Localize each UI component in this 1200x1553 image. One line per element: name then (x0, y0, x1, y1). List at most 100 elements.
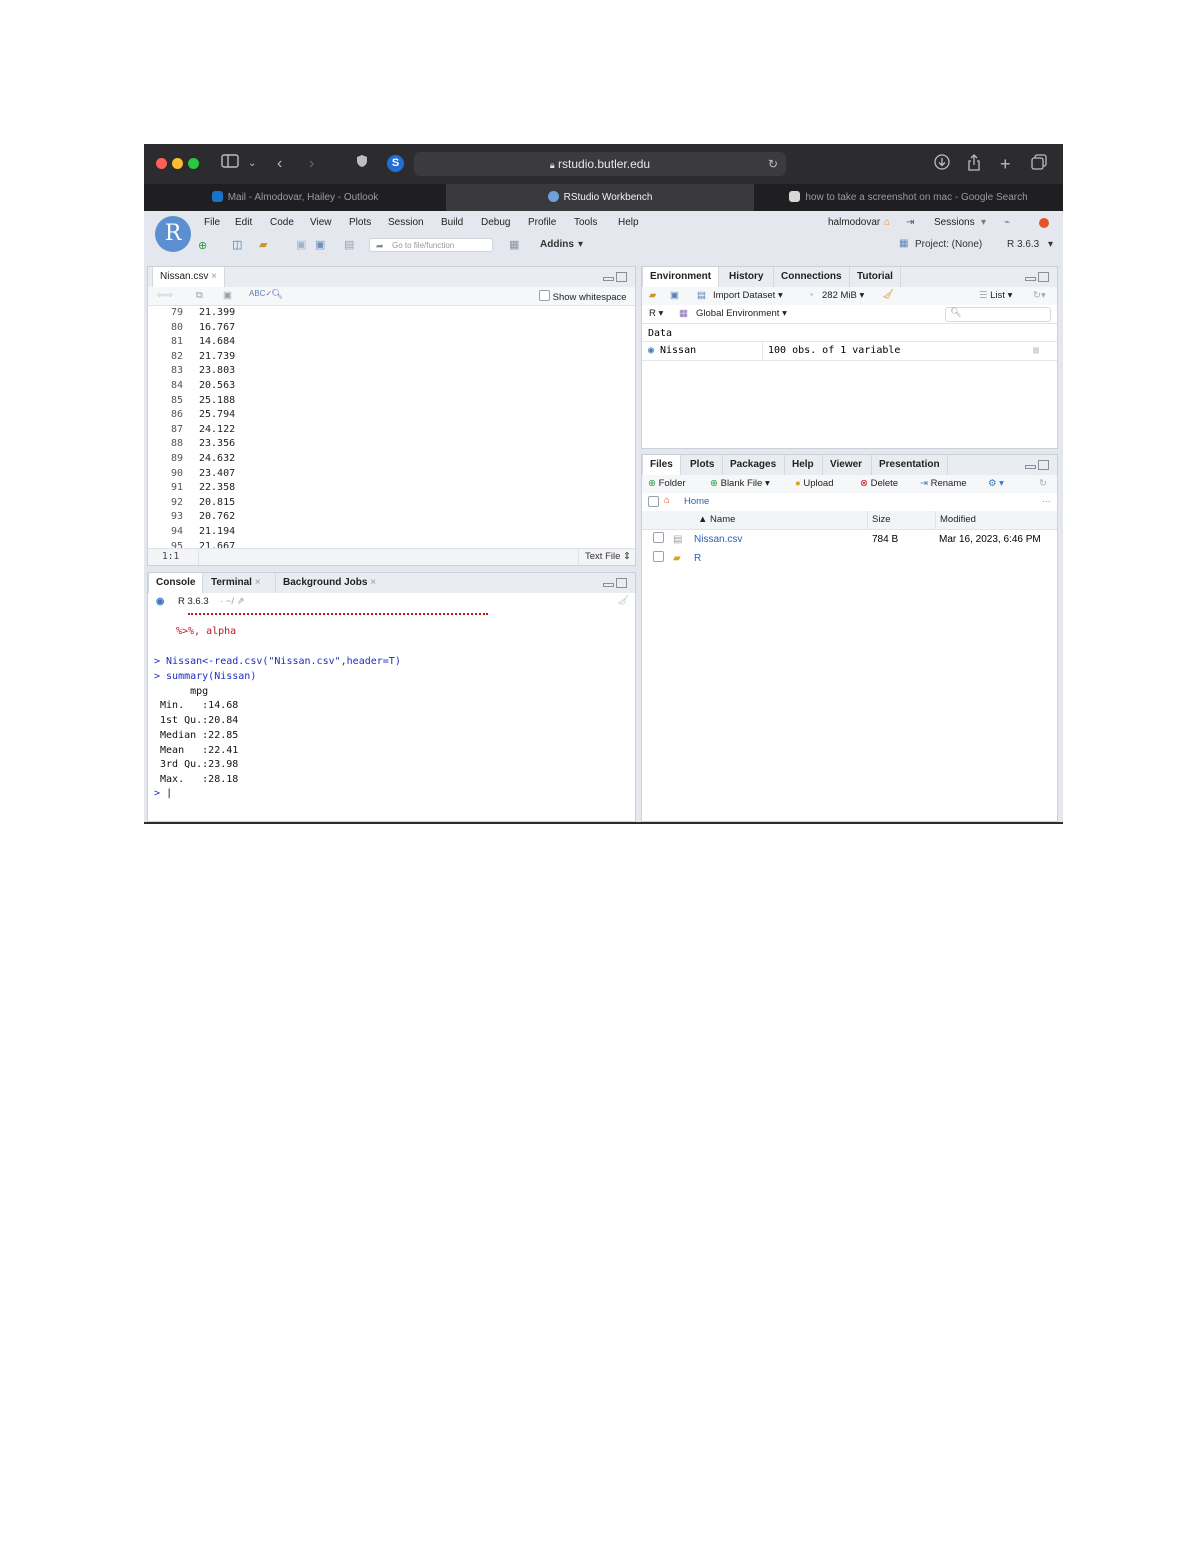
minimize-window-button[interactable] (172, 158, 183, 169)
tab-packages[interactable]: Packages (722, 455, 783, 475)
print-icon[interactable]: ▤ (344, 238, 354, 251)
file-type-menu[interactable]: Text File ⇕ (585, 549, 631, 565)
shield-icon[interactable] (356, 154, 368, 174)
console-path[interactable]: · ~/ ⇗ (220, 596, 245, 607)
load-workspace-icon[interactable]: ▰ (649, 290, 656, 301)
addins-button[interactable]: Addins (540, 239, 574, 250)
save-workspace-icon[interactable]: ▣ (670, 290, 679, 301)
new-project-icon[interactable]: ◫ (232, 238, 242, 251)
tab-connections[interactable]: Connections (773, 267, 849, 287)
show-whitespace-toggle[interactable]: Show whitespace (539, 290, 627, 303)
select-all-checkbox[interactable] (648, 496, 659, 509)
save-all-icon[interactable]: ▣ (315, 238, 325, 251)
power-icon[interactable] (1039, 218, 1049, 228)
console-prompt[interactable]: > | (154, 787, 172, 802)
broom-icon[interactable]: 🧹︎ (882, 289, 894, 300)
file-row-r-folder[interactable]: ▰ R (642, 549, 1057, 568)
column-modified[interactable]: Modified (940, 514, 976, 525)
tab-terminal[interactable]: Terminal × (204, 573, 268, 593)
home-icon[interactable]: ⌂ (884, 217, 890, 228)
environment-search-input[interactable]: 🔍︎ (945, 307, 1051, 322)
tab-overview-icon[interactable] (1031, 154, 1047, 176)
tab-tutorial[interactable]: Tutorial (849, 267, 901, 287)
tab-history[interactable]: History (722, 267, 770, 287)
language-menu[interactable]: R ▾ (649, 308, 663, 319)
list-view-button[interactable]: ☰ List ▾ (979, 290, 1012, 301)
rename-button[interactable]: ⇥ Rename (920, 478, 967, 489)
environment-row-nissan[interactable]: ◉ Nissan 100 obs. of 1 variable ▦ (642, 342, 1057, 361)
menu-profile[interactable]: Profile (528, 217, 556, 228)
menu-code[interactable]: Code (270, 217, 294, 228)
refresh-icon[interactable]: ↻▾ (1033, 290, 1046, 301)
browser-tab-rstudio[interactable]: RStudio Workbench (446, 184, 754, 211)
editor-body[interactable]: 79 21.399 80 16.767 81 14.684 82 21.739 83 23.803… (148, 306, 635, 551)
sign-out-icon[interactable]: ⇥ (906, 217, 914, 228)
go-to-file-input[interactable]: ➦ Go to file/function (369, 238, 493, 252)
view-data-icon[interactable]: ▦ (1033, 342, 1039, 360)
back-nav-icon[interactable]: ⇦⇨ (157, 290, 173, 301)
back-icon[interactable]: ‹ (277, 154, 282, 174)
menu-build[interactable]: Build (441, 217, 463, 228)
import-dataset-button[interactable]: Import Dataset ▾ (713, 290, 783, 301)
column-size[interactable]: Size (872, 514, 890, 525)
tab-viewer[interactable]: Viewer (822, 455, 869, 475)
share-icon[interactable] (967, 154, 981, 177)
pane-minmax-icon[interactable] (603, 578, 627, 588)
r-version-dropdown-icon[interactable]: ▾ (1048, 239, 1053, 250)
menu-edit[interactable]: Edit (235, 217, 252, 228)
project-menu[interactable]: Project: (None) (915, 239, 982, 250)
sidebar-toggle-icon[interactable] (221, 154, 239, 174)
new-tab-icon[interactable]: + (1000, 154, 1011, 174)
file-row-nissan-csv[interactable]: ▤ Nissan.csv 784 B Mar 16, 2023, 6:46 PM (642, 530, 1057, 549)
menu-help[interactable]: Help (618, 217, 639, 228)
browser-tab-outlook[interactable]: Mail - Almodovar, Hailey - Outlook (144, 184, 446, 211)
upload-button[interactable]: ● Upload (795, 478, 834, 489)
sessions-button[interactable]: Sessions (934, 217, 975, 228)
close-tab-icon[interactable]: × (370, 577, 376, 588)
close-window-button[interactable] (156, 158, 167, 169)
menu-session[interactable]: Session (388, 217, 424, 228)
extension-s-icon[interactable]: S (387, 155, 404, 172)
new-file-icon[interactable]: ⊕ (198, 239, 207, 252)
breadcrumb-home[interactable]: Home (684, 496, 709, 507)
pane-minmax-icon[interactable] (1025, 272, 1049, 282)
r-version-menu[interactable]: R 3.6.3 (1007, 239, 1039, 250)
close-tab-icon[interactable]: × (255, 577, 261, 588)
spellcheck-icon[interactable]: ABC✓ (249, 289, 272, 298)
more-icon[interactable]: … (1042, 494, 1052, 505)
clear-console-icon[interactable]: 🧹︎ (617, 595, 629, 606)
new-folder-button[interactable]: ⊕ Folder (648, 478, 686, 489)
close-tab-icon[interactable]: × (211, 271, 217, 282)
file-checkbox[interactable] (653, 530, 664, 549)
save-file-icon[interactable]: ▣ (223, 290, 232, 301)
menu-tools[interactable]: Tools (574, 217, 597, 228)
menu-view[interactable]: View (310, 217, 332, 228)
chevron-down-icon[interactable]: ⌄ (248, 154, 256, 174)
menu-file[interactable]: File (204, 217, 220, 228)
tab-plots[interactable]: Plots (683, 455, 721, 475)
menu-plots[interactable]: Plots (349, 217, 371, 228)
browser-tab-google[interactable]: how to take a screenshot on mac - Google… (754, 184, 1063, 211)
addins-dropdown-icon[interactable]: ▾ (578, 239, 583, 250)
memory-usage-button[interactable]: 282 MiB ▾ (822, 290, 864, 301)
sessions-dropdown-icon[interactable]: ▾ (981, 217, 986, 228)
console-output[interactable]: %>%, alpha > Nissan<-read.csv("Nissan.cs… (148, 611, 635, 821)
show-whitespace-checkbox[interactable] (539, 290, 550, 301)
pane-minmax-icon[interactable] (603, 272, 627, 282)
tab-files[interactable]: Files (642, 455, 681, 475)
forward-icon[interactable]: › (309, 154, 314, 174)
address-bar[interactable]: 🔒︎ rstudio.butler.edu ↻ (414, 152, 786, 176)
gear-icon[interactable]: ⚙︎ ▾ (988, 478, 1004, 489)
refresh-icon[interactable]: ↻ (1039, 478, 1047, 489)
tab-background-jobs[interactable]: Background Jobs × (275, 573, 383, 593)
delete-button[interactable]: ⊗ Delete (860, 478, 898, 489)
file-name[interactable]: R (694, 549, 701, 568)
tab-nissan-csv[interactable]: Nissan.csv × (152, 267, 225, 287)
grid-icon[interactable]: ▦ (509, 238, 519, 251)
tab-console[interactable]: Console (148, 573, 204, 593)
quit-session-icon[interactable]: ⌁ (1004, 217, 1010, 228)
file-name[interactable]: Nissan.csv (694, 530, 742, 549)
pane-minmax-icon[interactable] (1025, 460, 1049, 470)
download-icon[interactable] (934, 154, 950, 176)
tab-help[interactable]: Help (784, 455, 821, 475)
